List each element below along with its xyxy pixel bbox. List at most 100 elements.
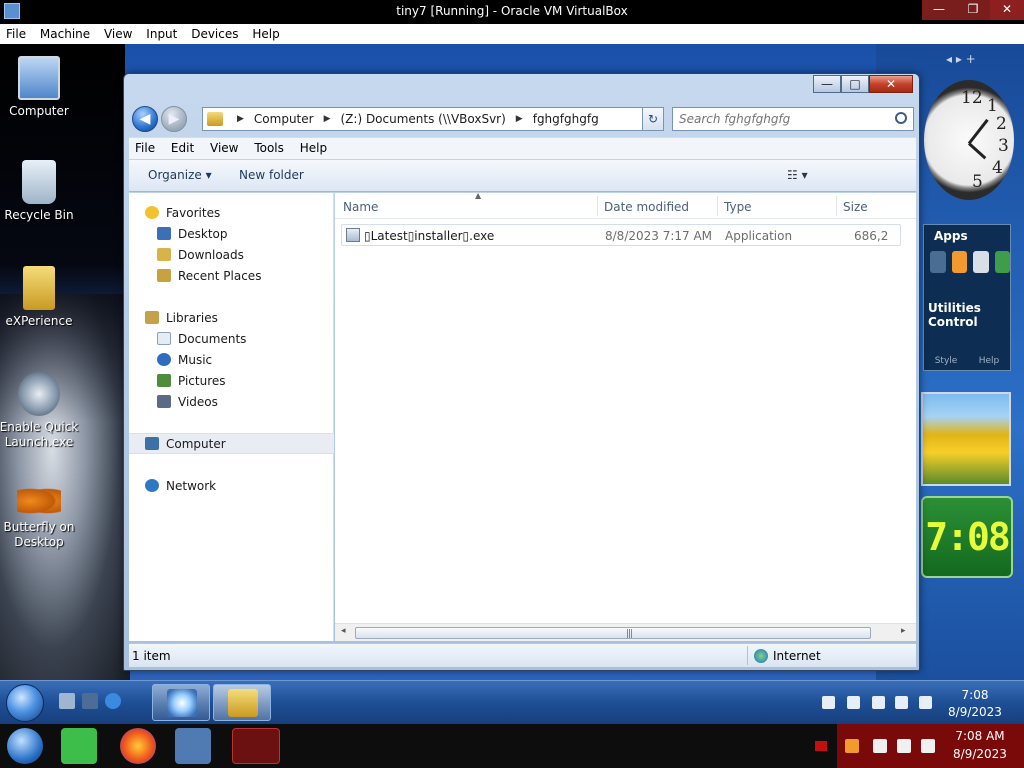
vbox-menu-input[interactable]: Input bbox=[142, 24, 181, 41]
apps-gadget-style[interactable]: Style bbox=[935, 356, 958, 366]
host-start-icon[interactable] bbox=[7, 728, 43, 764]
nav-videos[interactable]: Videos bbox=[157, 391, 327, 412]
nav-favorites[interactable]: Favorites bbox=[145, 202, 350, 223]
apps-gadget-control[interactable]: Control bbox=[924, 315, 1010, 329]
apps-gadget[interactable]: Apps Utilities Control Style Help bbox=[923, 224, 1011, 371]
scrollbar-thumb[interactable]: ||| bbox=[355, 627, 871, 639]
volume-icon[interactable] bbox=[921, 739, 935, 753]
network-icon[interactable] bbox=[895, 696, 908, 709]
vbox-minimize-button[interactable]: — bbox=[922, 0, 956, 20]
vbox-menu-help[interactable]: Help bbox=[248, 24, 283, 41]
breadcrumb-separator[interactable]: ▶ bbox=[516, 114, 523, 124]
breadcrumb-current-folder[interactable]: fghgfghgfg bbox=[533, 112, 599, 126]
explorer-maximize-button[interactable]: □ bbox=[841, 75, 869, 93]
nav-network[interactable]: Network bbox=[145, 475, 350, 496]
refresh-button[interactable]: ↻ bbox=[642, 107, 664, 131]
vbox-maximize-button[interactable]: ❐ bbox=[956, 0, 990, 20]
videos-icon bbox=[157, 395, 171, 408]
media-player-icon[interactable] bbox=[951, 251, 967, 273]
hourglass-icon[interactable] bbox=[994, 251, 1010, 273]
forward-button[interactable]: ▶ bbox=[161, 106, 187, 132]
nav-recent-places[interactable]: Recent Places bbox=[157, 265, 327, 286]
virtualbox-icon[interactable] bbox=[175, 728, 211, 764]
tiny7-vm-icon[interactable] bbox=[232, 728, 280, 764]
scroll-left-icon[interactable]: ◂ bbox=[341, 626, 346, 636]
show-desktop-icon[interactable] bbox=[59, 693, 75, 709]
organize-button[interactable]: Organize ▾ bbox=[148, 168, 212, 182]
gadget-controls[interactable]: ◂ ▸ + bbox=[946, 52, 1024, 70]
file-row[interactable]: ▯Latest▯installer▯.exe 8/8/2023 7:17 AM … bbox=[341, 224, 901, 246]
breadcrumb-documents-share[interactable]: (Z:) Documents (\\VBoxSvr) bbox=[341, 112, 506, 126]
search-input[interactable] bbox=[679, 111, 889, 127]
column-header-size[interactable]: Size bbox=[843, 200, 868, 214]
nav-documents[interactable]: Documents bbox=[157, 328, 327, 349]
new-folder-button[interactable]: New folder bbox=[239, 168, 304, 182]
app-slot-icon[interactable] bbox=[930, 251, 946, 273]
breadcrumb-separator[interactable]: ▶ bbox=[237, 114, 244, 124]
paint-icon[interactable] bbox=[973, 251, 989, 273]
menu-view[interactable]: View bbox=[204, 138, 244, 155]
nav-music[interactable]: Music bbox=[157, 349, 327, 370]
search-box[interactable] bbox=[672, 107, 914, 131]
menu-tools[interactable]: Tools bbox=[248, 138, 290, 155]
nav-desktop[interactable]: Desktop bbox=[157, 223, 327, 244]
digital-clock-gadget[interactable]: 7:08 bbox=[921, 496, 1013, 578]
change-view-button[interactable]: ☷ ▾ bbox=[787, 168, 808, 182]
menu-help[interactable]: Help bbox=[294, 138, 333, 155]
guest-clock[interactable]: 7:08 8/9/2023 bbox=[940, 687, 1010, 721]
vbox-close-button[interactable]: ✕ bbox=[990, 0, 1024, 20]
breadcrumb-separator[interactable]: ▶ bbox=[324, 114, 331, 124]
desktop-icon-recycle-bin[interactable]: Recycle Bin bbox=[0, 160, 81, 223]
column-header-name[interactable]: Name bbox=[343, 200, 378, 214]
desktop-icon-experience[interactable]: eXPerience bbox=[0, 266, 81, 329]
tray-update-icon[interactable] bbox=[845, 739, 859, 753]
breadcrumb-computer[interactable]: Computer bbox=[254, 112, 314, 126]
search-icon[interactable] bbox=[895, 112, 907, 124]
host-notification-icon[interactable] bbox=[815, 741, 827, 751]
apps-gadget-help[interactable]: Help bbox=[979, 356, 1000, 366]
internet-explorer-icon[interactable] bbox=[105, 693, 121, 709]
menu-file[interactable]: File bbox=[129, 138, 161, 155]
column-header-type[interactable]: Type bbox=[724, 200, 752, 214]
horizontal-scrollbar[interactable]: ◂ ||| ▸ bbox=[335, 623, 916, 641]
slideshow-gadget-tulips[interactable] bbox=[921, 392, 1011, 486]
firefox-icon[interactable] bbox=[120, 728, 156, 764]
desktop-icon-enable-quick-launch[interactable]: Enable Quick Launch.exe bbox=[0, 372, 81, 450]
scroll-right-icon[interactable]: ▸ bbox=[901, 626, 906, 636]
vbox-menu-machine[interactable]: Machine bbox=[36, 24, 94, 41]
nav-libraries[interactable]: Libraries bbox=[145, 307, 350, 328]
apps-gadget-utilities[interactable]: Utilities bbox=[924, 301, 1010, 315]
clock-number: 12 bbox=[961, 88, 983, 108]
taskbar-media-player[interactable] bbox=[152, 684, 210, 721]
explorer-minimize-button[interactable]: — bbox=[813, 75, 841, 93]
sort-indicator-icon: ▲ bbox=[475, 191, 482, 200]
column-headers: ▲ Name Date modified Type Size bbox=[335, 191, 916, 219]
start-button[interactable] bbox=[6, 684, 44, 722]
tray-document-icon[interactable] bbox=[847, 696, 860, 709]
vbox-menu-file[interactable]: File bbox=[2, 24, 30, 41]
desktop-icon-butterfly[interactable]: Butterfly on Desktop bbox=[0, 486, 81, 550]
host-clock[interactable]: 7:08 AM 8/9/2023 bbox=[946, 727, 1014, 763]
nav-downloads[interactable]: Downloads bbox=[157, 244, 327, 265]
host-clock-date: 8/9/2023 bbox=[953, 747, 1007, 761]
explorer-close-button[interactable]: ✕ bbox=[869, 75, 913, 93]
address-bar[interactable]: ▶ Computer ▶ (Z:) Documents (\\VBoxSvr) … bbox=[202, 107, 664, 131]
switch-windows-icon[interactable] bbox=[82, 693, 98, 709]
back-button[interactable]: ◀ bbox=[132, 106, 158, 132]
menu-edit[interactable]: Edit bbox=[165, 138, 200, 155]
computer-icon bbox=[145, 437, 159, 450]
action-center-flag-icon[interactable] bbox=[873, 739, 887, 753]
tray-app-icon[interactable] bbox=[822, 696, 835, 709]
vbox-menu-view[interactable]: View bbox=[100, 24, 136, 41]
column-header-date-modified[interactable]: Date modified bbox=[604, 200, 689, 214]
nav-pictures[interactable]: Pictures bbox=[157, 370, 327, 391]
vbox-menu-devices[interactable]: Devices bbox=[187, 24, 242, 41]
nav-computer[interactable]: Computer bbox=[129, 433, 334, 454]
analog-clock-gadget[interactable]: 12 1 2 3 4 5 bbox=[924, 80, 1024, 200]
network-icon[interactable] bbox=[897, 739, 911, 753]
volume-icon[interactable] bbox=[919, 696, 932, 709]
taskbar-windows-explorer[interactable] bbox=[213, 684, 271, 721]
desktop-icon-computer[interactable]: Computer bbox=[0, 56, 81, 119]
notes-app-icon[interactable] bbox=[61, 728, 97, 764]
action-center-flag-icon[interactable] bbox=[872, 696, 885, 709]
